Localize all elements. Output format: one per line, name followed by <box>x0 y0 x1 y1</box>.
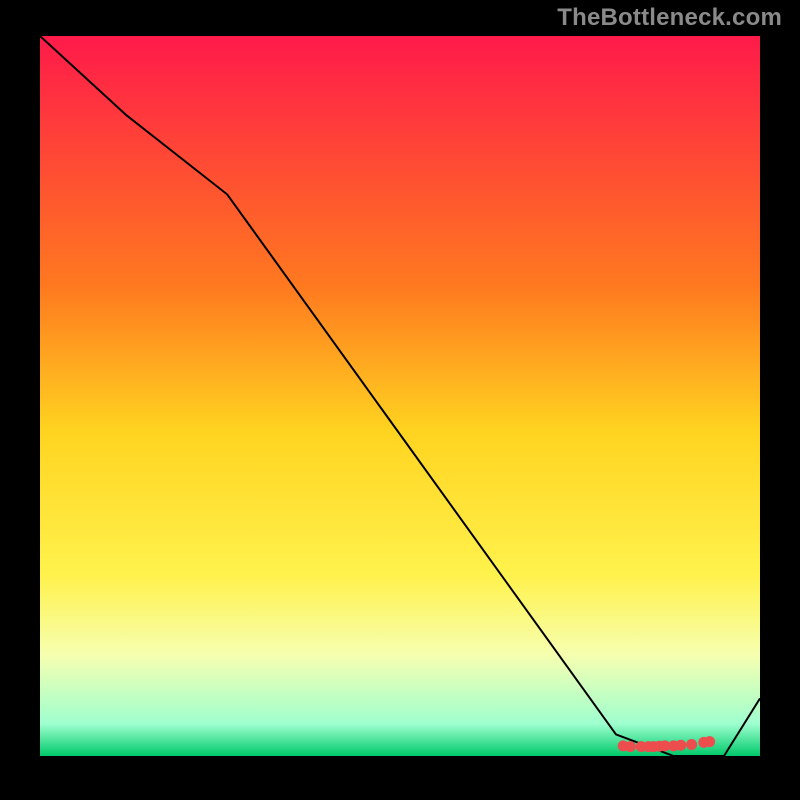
marker-point <box>625 741 636 752</box>
marker-point <box>675 740 686 751</box>
watermark-label: TheBottleneck.com <box>557 4 782 32</box>
marker-point <box>704 736 715 747</box>
plot-area <box>40 36 760 756</box>
marker-point <box>686 739 697 750</box>
plot-background <box>40 36 760 756</box>
chart-frame: TheBottleneck.com <box>0 0 800 800</box>
plot-svg <box>40 36 760 756</box>
